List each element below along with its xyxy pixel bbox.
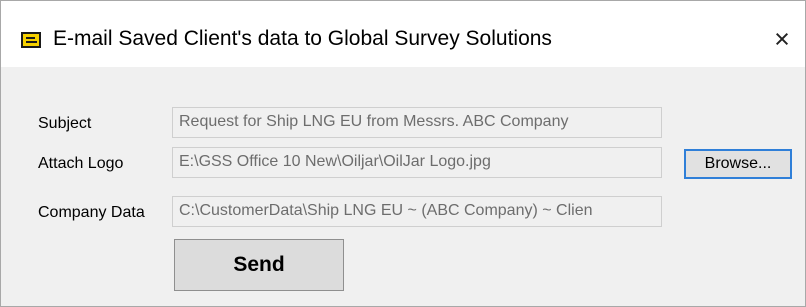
close-button[interactable]: × [760, 17, 804, 61]
send-button[interactable]: Send [174, 239, 344, 291]
dialog-window: E-mail Saved Client's data to Global Sur… [0, 0, 806, 307]
subject-label: Subject [38, 115, 92, 132]
subject-field[interactable]: Request for Ship LNG EU from Messrs. ABC… [172, 107, 662, 138]
company-data-label: Company Data [38, 204, 145, 221]
company-data-field[interactable]: C:\CustomerData\Ship LNG EU ~ (ABC Compa… [172, 196, 662, 227]
window-title: E-mail Saved Client's data to Global Sur… [53, 27, 552, 50]
attach-logo-label: Attach Logo [38, 155, 124, 172]
browse-button[interactable]: Browse... [684, 149, 792, 179]
title-bar[interactable]: E-mail Saved Client's data to Global Sur… [1, 1, 805, 67]
logo-path-field[interactable]: E:\GSS Office 10 New\Oiljar\OilJar Logo.… [172, 147, 662, 178]
app-envelope-icon [21, 32, 41, 48]
